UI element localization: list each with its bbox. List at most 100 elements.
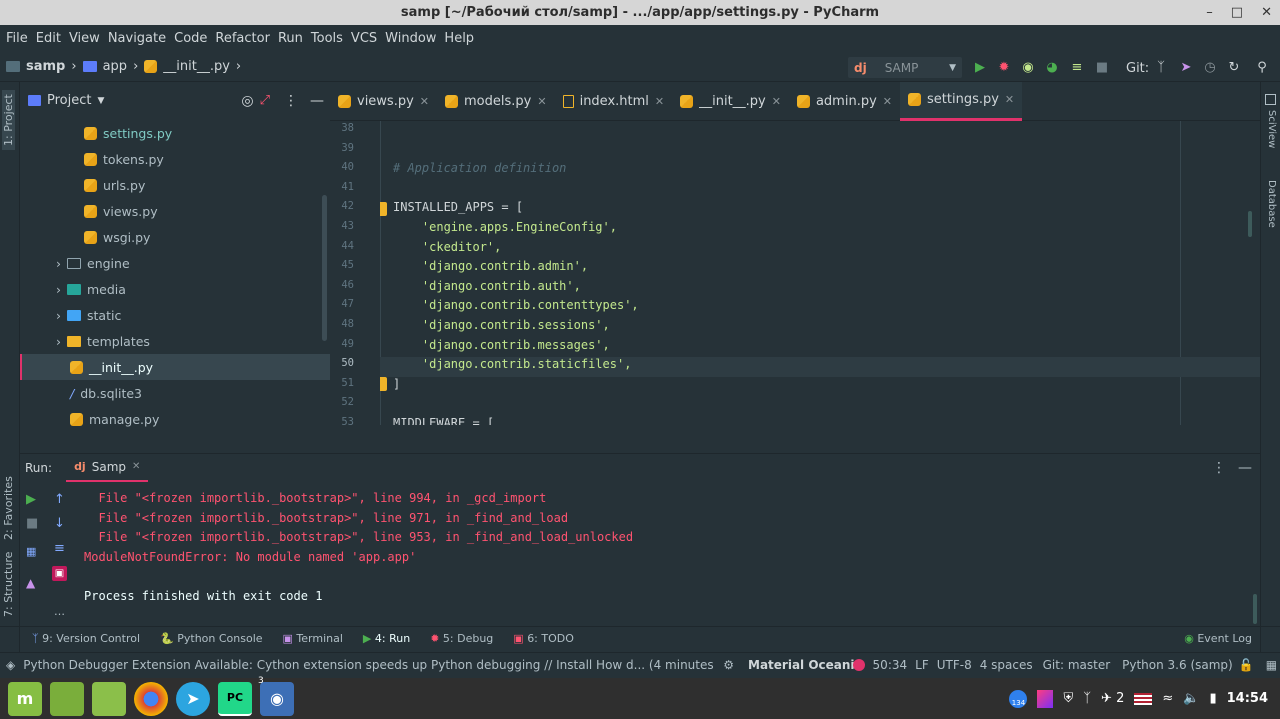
volume-icon[interactable]: 🔈 (1183, 691, 1199, 706)
tree-item-manage[interactable]: manage.py (70, 406, 159, 432)
search-icon[interactable]: ⚲ (1253, 58, 1271, 76)
file-encoding[interactable]: UTF-8 (937, 658, 972, 672)
close-icon[interactable]: ✕ (1005, 93, 1014, 106)
git-push-icon[interactable]: ➤ (1177, 58, 1195, 76)
tab-run[interactable]: ▶ 4: Run (363, 632, 410, 645)
breadcrumb-folder[interactable]: app (103, 59, 127, 74)
maximize-icon[interactable]: □ (1231, 5, 1243, 20)
tab-favorites-tool[interactable]: 2: Favorites (2, 476, 15, 540)
tab-event-log[interactable]: ◉ Event Log (1184, 632, 1252, 645)
show-desktop-icon[interactable] (50, 681, 84, 716)
menu-view[interactable]: View (69, 31, 100, 46)
tab-structure-tool[interactable]: 7: Structure (2, 552, 15, 617)
tab-todo[interactable]: ▣ 6: TODO (513, 632, 574, 645)
git-update-icon[interactable]: ᛉ (1152, 58, 1170, 76)
run-console[interactable]: File "<frozen importlib._bootstrap>", li… (80, 487, 1250, 617)
close-icon[interactable]: ✕ (655, 95, 664, 108)
locate-icon[interactable]: ◎ (241, 93, 253, 109)
menu-code[interactable]: Code (174, 31, 207, 46)
menu-tools[interactable]: Tools (311, 31, 343, 46)
build-icon[interactable]: ≡ (1068, 58, 1086, 76)
tree-item-engine[interactable]: › engine (56, 250, 130, 276)
pin-icon[interactable]: ▲ (26, 576, 35, 590)
menu-window[interactable]: Window (385, 31, 436, 46)
debug-icon[interactable]: ✹ (995, 58, 1013, 76)
scroll-up-icon[interactable]: ↑ (54, 492, 65, 507)
close-icon[interactable]: ✕ (537, 95, 546, 108)
pycharm-icon[interactable]: PC (218, 681, 252, 716)
run-config-select[interactable]: dj SAMP ▼ (848, 57, 962, 78)
close-icon[interactable]: ✕ (132, 461, 140, 472)
python-interpreter[interactable]: Python 3.6 (samp) (1122, 658, 1233, 672)
collapse-icon[interactable]: ⤢ (260, 93, 270, 108)
close-icon[interactable]: ✕ (772, 95, 781, 108)
clock[interactable]: 14:54 (1227, 691, 1268, 706)
close-icon[interactable]: ✕ (883, 95, 892, 108)
wifi-icon[interactable]: ≈ (1162, 691, 1173, 706)
stop-icon[interactable]: ■ (1093, 58, 1111, 76)
scroll-down-icon[interactable]: ↓ (54, 516, 65, 531)
coverage-icon[interactable]: ◉ (1019, 58, 1037, 76)
indent-setting[interactable]: 4 spaces (980, 658, 1033, 672)
menu-run[interactable]: Run (278, 31, 303, 46)
menu-vcs[interactable]: VCS (351, 31, 377, 46)
tree-item-wsgi[interactable]: wsgi.py (84, 224, 150, 250)
rerun-icon[interactable]: ▶ (26, 492, 36, 507)
tab-terminal[interactable]: ▣ Terminal (283, 632, 343, 645)
tree-item-settings[interactable]: settings.py (84, 120, 172, 146)
git-branch[interactable]: Git: master (1043, 658, 1111, 672)
mint-menu-icon[interactable]: m (8, 681, 42, 716)
theme-indicator[interactable]: Material Oceani (748, 658, 855, 672)
tab-sciview[interactable]: SciView (1266, 110, 1277, 148)
tray-app-icon[interactable]: 134 (1009, 689, 1028, 708)
tab-python-console[interactable]: 🐍 Python Console (160, 632, 263, 645)
chevron-down-icon[interactable]: ▼ (97, 96, 104, 106)
tab-version-control[interactable]: ᛉ 9: Version Control (32, 632, 140, 645)
rollback-icon[interactable]: ↻ (1225, 58, 1243, 76)
history-icon[interactable]: ◷ (1201, 58, 1219, 76)
editor-scrollbar[interactable] (1248, 211, 1252, 237)
lock-icon[interactable]: 🔓 (1239, 658, 1254, 672)
tab-settings[interactable]: settings.py ✕ (900, 81, 1023, 121)
breadcrumb-project[interactable]: samp (26, 59, 65, 74)
tab-init[interactable]: __init__.py ✕ (672, 82, 789, 121)
options-icon[interactable]: ⋮ (1212, 460, 1226, 476)
chrome-icon[interactable] (134, 681, 168, 716)
keyboard-layout-icon[interactable] (1134, 692, 1153, 705)
close-icon[interactable]: ✕ (420, 95, 429, 108)
tree-item-templates[interactable]: › templates (56, 328, 150, 354)
notifications-icon[interactable]: ✈ 2 (1101, 691, 1124, 706)
telegram-icon[interactable]: ➤ (176, 681, 210, 716)
tab-debug[interactable]: ✹ 5: Debug (430, 632, 493, 645)
more-icon[interactable]: … (54, 605, 65, 618)
battery-icon[interactable]: ▮ (1209, 691, 1216, 706)
settings-icon[interactable]: ⚙ (723, 658, 734, 672)
camera-icon[interactable]: ◉ 3 (258, 676, 294, 716)
options-icon[interactable]: ⋮ (284, 93, 298, 109)
menu-help[interactable]: Help (444, 31, 474, 46)
tree-item-static[interactable]: › static (56, 302, 121, 328)
tab-project-tool[interactable]: 1: Project (2, 90, 15, 150)
stop-icon[interactable]: ■ (26, 516, 38, 531)
tree-item-tokens[interactable]: tokens.py (84, 146, 164, 172)
run-tab-samp[interactable]: dj Samp ✕ (66, 454, 149, 482)
menu-refactor[interactable]: Refactor (215, 31, 270, 46)
caret-position[interactable]: 50:34 (873, 658, 908, 672)
bluetooth-icon[interactable]: ᛉ (1083, 691, 1091, 706)
clear-all-icon[interactable]: ▣ (52, 566, 67, 581)
tab-admin[interactable]: admin.py ✕ (789, 82, 900, 121)
shield-icon[interactable]: ⛨ (1063, 691, 1073, 706)
menu-file[interactable]: File (6, 31, 28, 46)
console-scrollbar[interactable] (1253, 594, 1257, 624)
project-panel-title[interactable]: Project (47, 93, 91, 108)
tree-item-views[interactable]: views.py (84, 198, 158, 224)
minimize-icon[interactable]: – (1206, 5, 1213, 20)
breadcrumb-file[interactable]: __init__.py (163, 59, 230, 74)
status-message[interactable]: Python Debugger Extension Available: Cyt… (23, 658, 713, 672)
run-icon[interactable]: ▶ (971, 58, 989, 76)
tab-index-html[interactable]: index.html ✕ (555, 82, 673, 121)
notification-icon[interactable]: ◈ (6, 658, 15, 672)
memory-icon[interactable]: ▦ (1266, 658, 1277, 672)
tree-item-init[interactable]: __init__.py (20, 354, 330, 380)
tab-models[interactable]: models.py ✕ (437, 82, 555, 121)
